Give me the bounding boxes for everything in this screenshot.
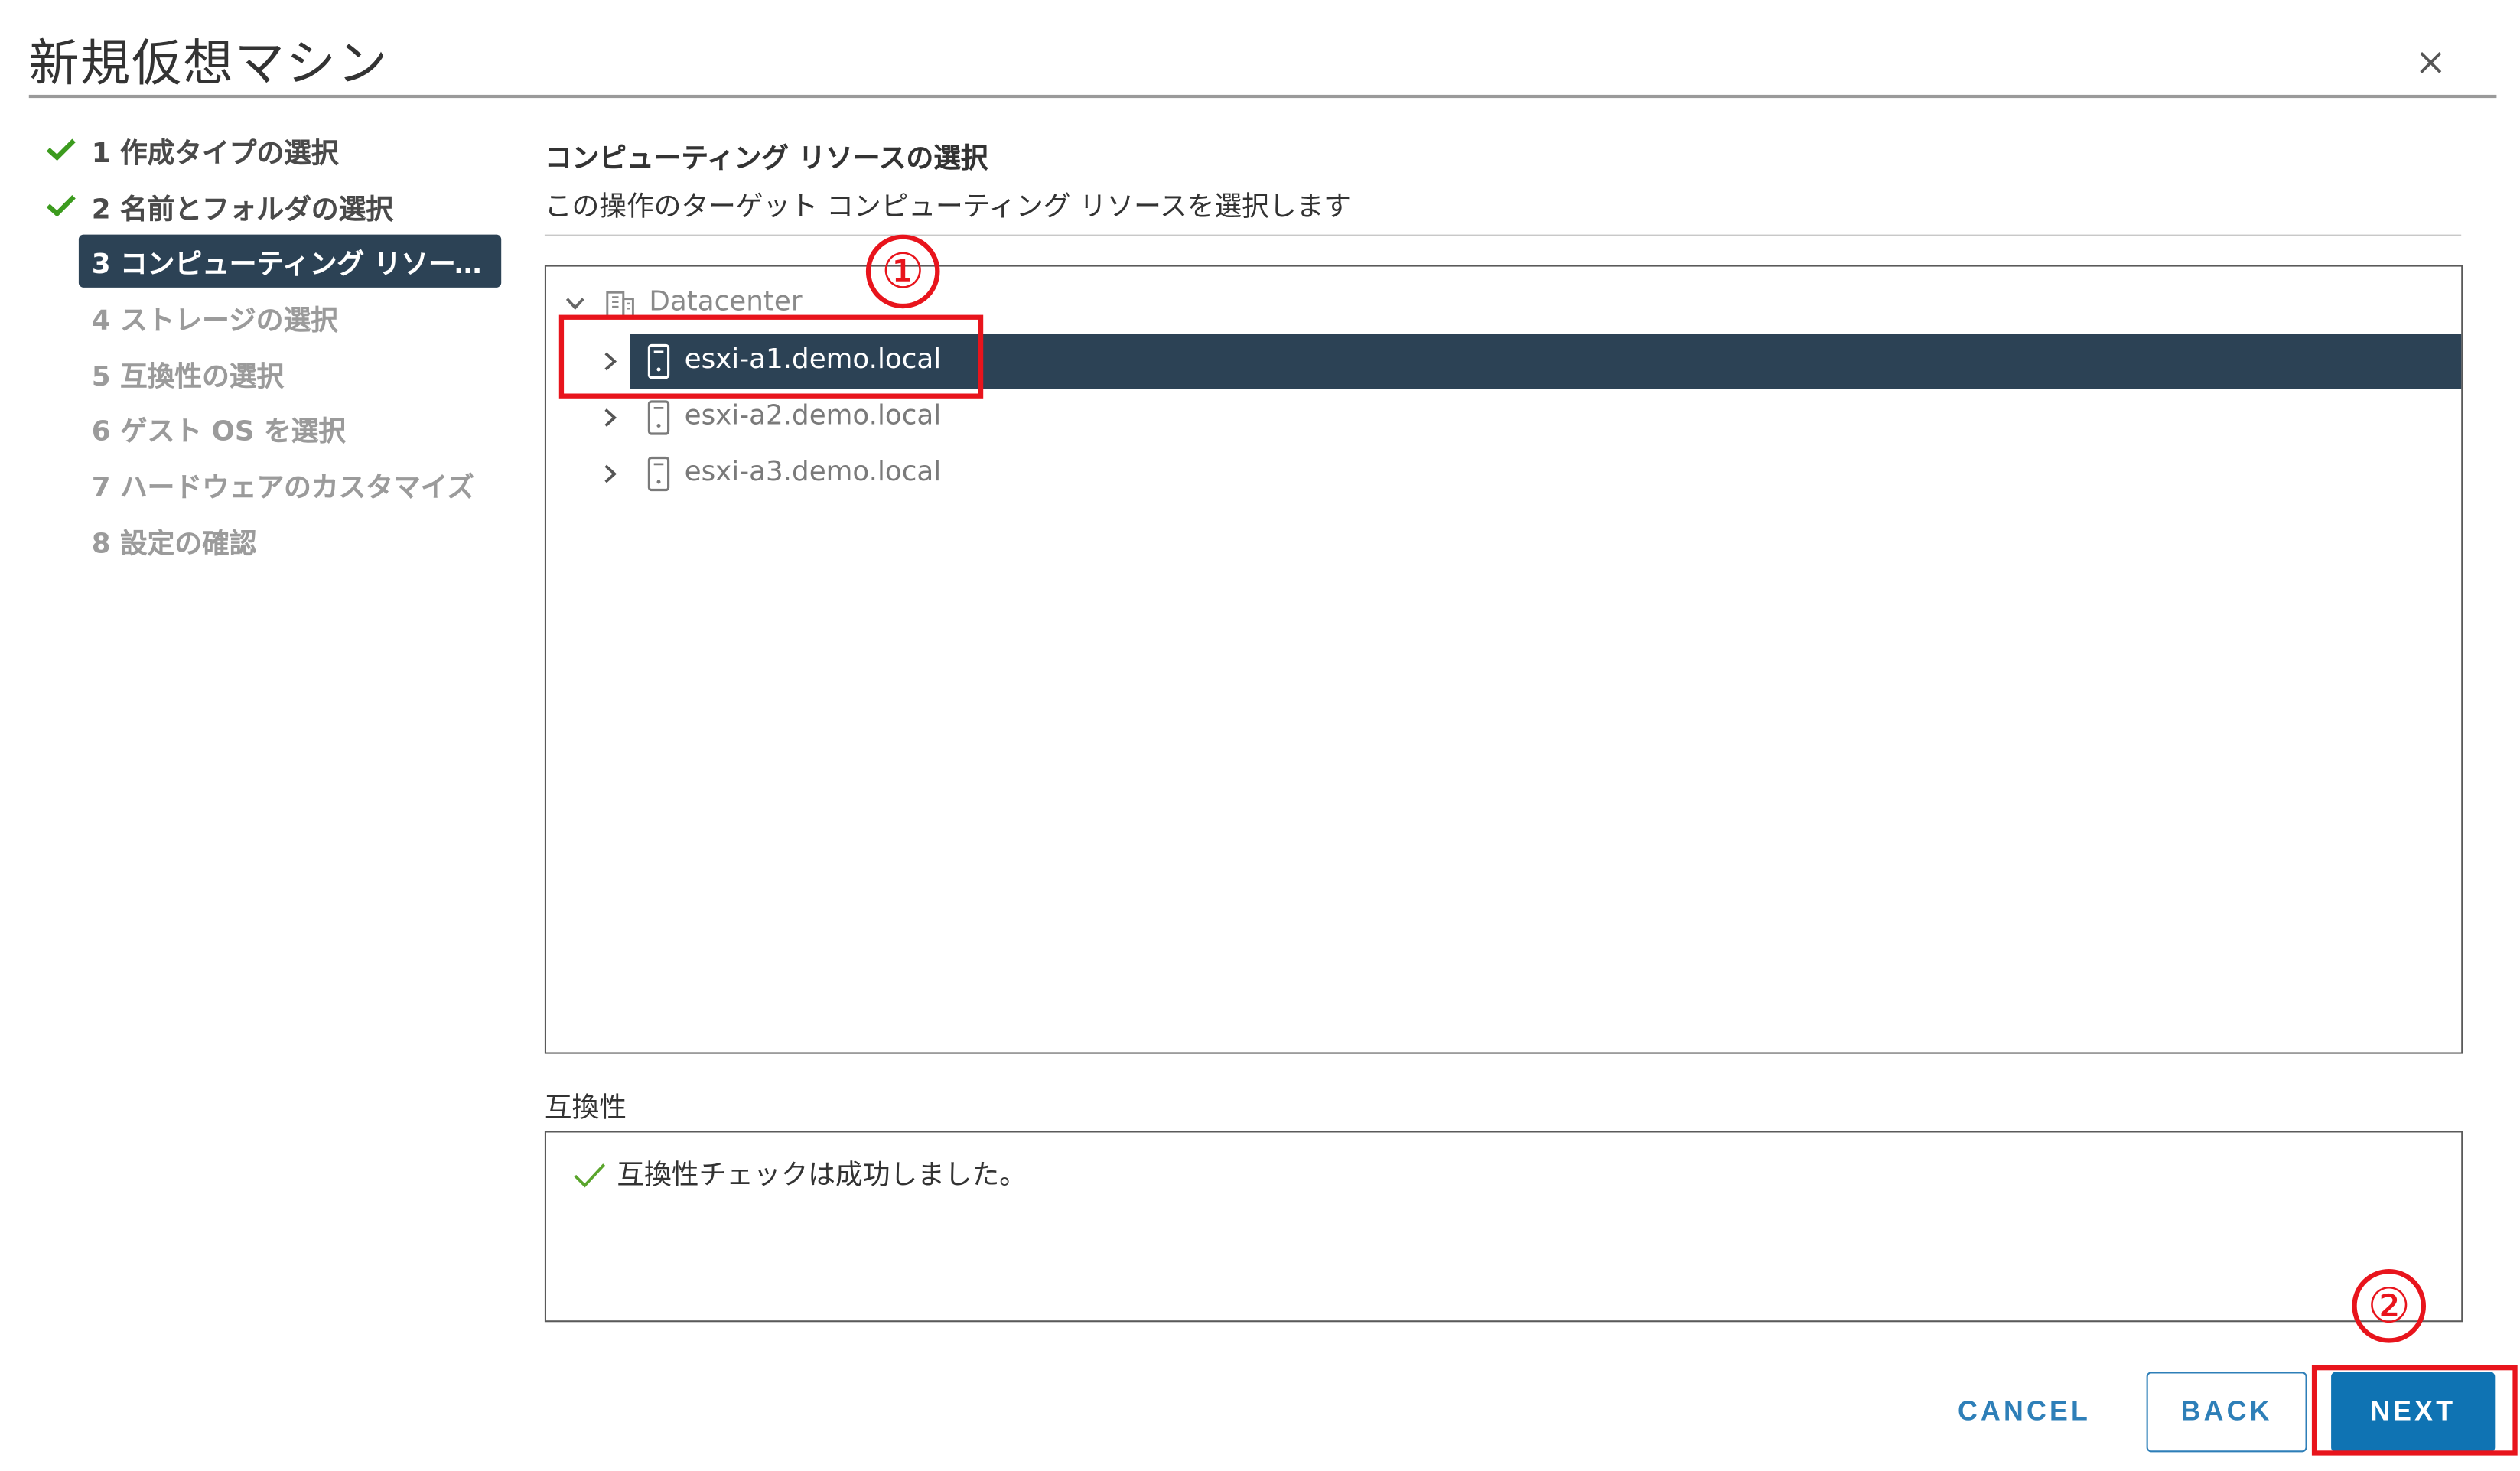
step-6: 6 ゲスト OS を選択: [32, 401, 508, 457]
page-title: コンピューティング リソースの選択: [544, 142, 988, 175]
step-label: 7 ハードウェアのカスタマイズ: [91, 472, 475, 505]
chevron-right-icon[interactable]: [597, 461, 623, 487]
step-2[interactable]: 2 名前とフォルダの選択: [32, 177, 508, 233]
step-7: 7 ハードウェアのカスタマイズ: [32, 457, 508, 513]
page-subtitle: この操作のターゲット コンピューティング リソースを選択します: [544, 190, 1351, 223]
host-label: esxi-a3.demo.local: [684, 456, 942, 489]
compatibility-panel: 互換性チェックは成功しました。: [544, 1131, 2463, 1323]
content-divider: [544, 234, 2462, 236]
close-icon[interactable]: [2410, 42, 2452, 84]
annotation-number-2: ②: [2352, 1268, 2426, 1343]
annotation-box-1: [558, 314, 984, 399]
step-label: 1 作成タイプの選択: [91, 138, 339, 171]
step-label: 3 コンピューティング リソースの選択: [91, 249, 497, 282]
host-label: esxi-a2.demo.local: [684, 399, 942, 432]
chevron-down-icon[interactable]: [562, 291, 588, 317]
compatibility-label: 互換性: [544, 1092, 627, 1124]
dialog-title: 新規仮想マシン: [28, 35, 389, 93]
header-divider: [28, 94, 2497, 99]
step-label: 8 設定の確認: [91, 528, 257, 561]
chevron-right-icon[interactable]: [597, 405, 623, 431]
back-button[interactable]: BACK: [2146, 1372, 2307, 1453]
step-label: 6 ゲスト OS を選択: [91, 416, 347, 449]
check-icon: [574, 1163, 605, 1188]
annotation-number-1: ①: [865, 234, 940, 309]
datacenter-label: Datacenter: [649, 285, 803, 318]
new-vm-dialog: 新規仮想マシン 1 作成タイプの選択 2 名前とフォルダの選択 3 コンピューテ…: [0, 0, 2519, 1469]
step-5: 5 互換性の選択: [32, 345, 508, 401]
host-icon: [647, 456, 670, 492]
check-icon: [46, 138, 76, 161]
tree-row-host-3[interactable]: esxi-a3.demo.local: [546, 447, 2461, 501]
wizard-steps: 1 作成タイプの選択 2 名前とフォルダの選択 3 コンピューティング リソース…: [32, 122, 508, 568]
tree-row-host-2[interactable]: esxi-a2.demo.local: [546, 390, 2461, 444]
compatibility-message: 互換性チェックは成功しました。: [617, 1160, 1027, 1193]
step-3[interactable]: 3 コンピューティング リソースの選択: [32, 233, 508, 289]
annotation-box-2: [2311, 1365, 2518, 1456]
step-8: 8 設定の確認: [32, 513, 508, 568]
cancel-button[interactable]: CANCEL: [1928, 1372, 2121, 1452]
check-icon: [46, 194, 76, 216]
host-icon: [647, 400, 670, 435]
step-label: 2 名前とフォルダの選択: [91, 194, 393, 226]
step-4: 4 ストレージの選択: [32, 289, 508, 345]
step-1[interactable]: 1 作成タイプの選択: [32, 122, 508, 178]
step-label: 4 ストレージの選択: [91, 304, 338, 337]
step-label: 5 互換性の選択: [91, 360, 285, 393]
